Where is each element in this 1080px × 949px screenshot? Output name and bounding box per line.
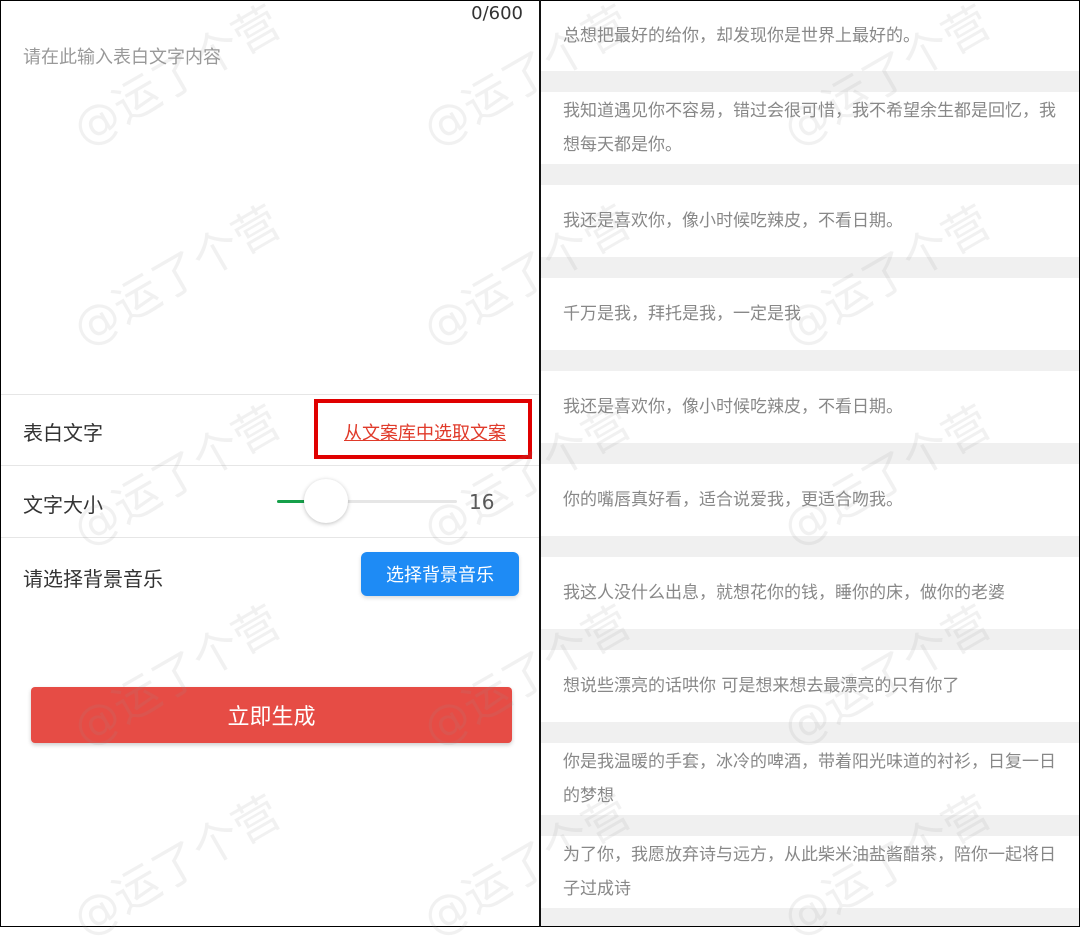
divider: [1, 465, 539, 466]
confession-text-label: 表白文字: [23, 421, 103, 445]
quote-item[interactable]: 总想把最好的给你，却发现你是世界上最好的。: [541, 1, 1079, 71]
confession-text-input[interactable]: [1, 33, 539, 393]
quote-library-panel: 总想把最好的给你，却发现你是世界上最好的。 我知道遇见你不容易，错过会很可惜，我…: [541, 1, 1079, 926]
quote-item[interactable]: 我这人没什么出息，就想花你的钱，睡你的床，做你的老婆: [541, 557, 1079, 629]
confession-editor-panel: 0/600 表白文字 从文案库中选取文案 文字大小 16 请选择背景音乐 选择背…: [1, 1, 539, 926]
font-size-value: 16: [469, 490, 495, 514]
font-size-label: 文字大小: [23, 493, 103, 517]
font-size-slider-thumb[interactable]: [304, 479, 348, 523]
bg-music-label: 请选择背景音乐: [23, 567, 163, 591]
quote-item[interactable]: 我还是喜欢你，像小时候吃辣皮，不看日期。: [541, 371, 1079, 443]
quote-item[interactable]: 你是我温暖的手套，冰冷的啤酒，带着阳光味道的衬衫，日复一日的梦想: [541, 743, 1079, 815]
quote-item[interactable]: 我知道遇见你不容易，错过会很可惜，我不希望余生都是回忆，我想每天都是你。: [541, 92, 1079, 164]
char-counter: 0/600: [471, 3, 523, 24]
select-bg-music-button[interactable]: 选择背景音乐: [361, 552, 519, 596]
quote-item[interactable]: 我还是喜欢你，像小时候吃辣皮，不看日期。: [541, 185, 1079, 257]
quote-item[interactable]: 千万是我，拜托是我，一定是我: [541, 278, 1079, 350]
quote-item[interactable]: 你的嘴唇真好看，适合说爱我，更适合吻我。: [541, 464, 1079, 536]
quote-item[interactable]: 想说些漂亮的话哄你 可是想来想去最漂亮的只有你了: [541, 650, 1079, 722]
generate-button[interactable]: 立即生成: [31, 687, 512, 743]
quote-item[interactable]: 为了你，我愿放弃诗与远方，从此柴米油盐酱醋茶，陪你一起将日子过成诗: [541, 836, 1079, 908]
divider: [1, 537, 539, 538]
divider: [1, 394, 539, 395]
pick-from-library-link[interactable]: 从文案库中选取文案: [344, 419, 506, 445]
